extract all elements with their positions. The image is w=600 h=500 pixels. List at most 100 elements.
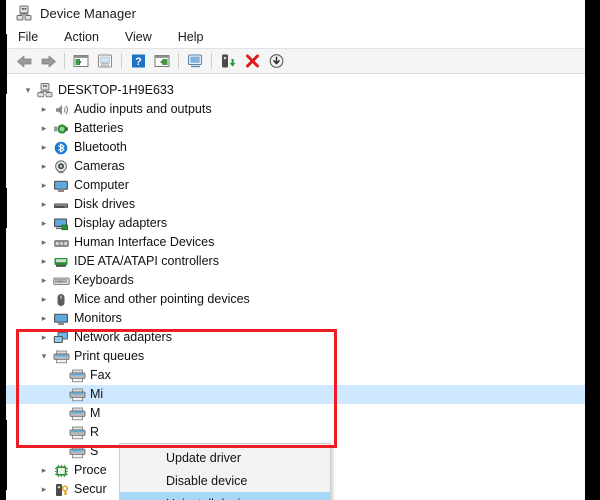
audio-icon xyxy=(52,101,70,118)
tree-item-printer-fax[interactable]: Fax xyxy=(6,366,585,385)
screenshot-root: Device Manager File Action View Help ? ▾… xyxy=(0,0,600,500)
chevron-down-icon[interactable]: ▾ xyxy=(20,81,36,100)
tree-item-keyboards[interactable]: ▸ Keyboards xyxy=(6,271,585,290)
tree-item-printer-selected[interactable]: Mi xyxy=(6,385,585,404)
tree-item-label: Disk drives xyxy=(74,197,136,211)
menu-action[interactable]: Action xyxy=(62,29,101,45)
chevron-right-icon[interactable]: ▸ xyxy=(36,195,52,214)
processor-icon xyxy=(52,462,70,479)
view-icon[interactable] xyxy=(150,50,174,72)
show-hide-console-tree-icon[interactable] xyxy=(69,50,93,72)
device-tree: ▾ DESKTOP-1H9E633 ▸ Audio inputs and out… xyxy=(6,75,585,500)
chevron-right-icon[interactable]: ▸ xyxy=(36,309,52,328)
scan-hardware-icon[interactable] xyxy=(183,50,207,72)
tree-item-label: Human Interface Devices xyxy=(74,235,215,249)
tree-item-mice[interactable]: ▸ Mice and other pointing devices xyxy=(6,290,585,309)
back-arrow-icon[interactable] xyxy=(12,50,36,72)
tree-item-label: Cameras xyxy=(74,159,125,173)
tree-item-label: R xyxy=(90,425,100,439)
disk-drive-icon xyxy=(52,196,70,213)
chevron-right-icon[interactable]: ▸ xyxy=(36,100,52,119)
ctx-disable-device[interactable]: Disable device xyxy=(120,469,330,492)
mouse-icon xyxy=(52,291,70,308)
menu-help[interactable]: Help xyxy=(176,29,206,45)
menu-view[interactable]: View xyxy=(123,29,154,45)
chevron-right-icon[interactable]: ▸ xyxy=(36,271,52,290)
tree-item-audio[interactable]: ▸ Audio inputs and outputs xyxy=(6,100,585,119)
computer-root-icon xyxy=(36,82,54,99)
tree-item-label: Fax xyxy=(90,368,111,382)
forward-arrow-icon[interactable] xyxy=(36,50,60,72)
tree-item-ide-controllers[interactable]: ▸ IDE ATA/ATAPI controllers xyxy=(6,252,585,271)
chevron-right-icon[interactable]: ▸ xyxy=(36,252,52,271)
context-menu[interactable]: Update driver Disable device Uninstall d… xyxy=(119,443,331,500)
ctx-item-label: Disable device xyxy=(166,473,248,488)
chevron-right-icon[interactable]: ▸ xyxy=(36,138,52,157)
tree-item-label: Mice and other pointing devices xyxy=(74,292,250,306)
chevron-right-icon[interactable]: ▸ xyxy=(36,157,52,176)
display-icon xyxy=(52,215,70,232)
device-manager-window: Device Manager File Action View Help ? ▾… xyxy=(6,0,585,500)
tree-item-label: Proce xyxy=(74,463,107,477)
computer-icon xyxy=(52,177,70,194)
tree-item-bluetooth[interactable]: ▸ Bluetooth xyxy=(6,138,585,157)
tree-item-label: Secur xyxy=(74,482,107,496)
chevron-right-icon[interactable]: ▸ xyxy=(36,176,52,195)
printer-icon xyxy=(68,424,86,441)
uninstall-device-icon[interactable] xyxy=(240,50,264,72)
svg-text:?: ? xyxy=(135,56,142,68)
ctx-update-driver[interactable]: Update driver xyxy=(120,446,330,469)
tree-item-label: Keyboards xyxy=(74,273,134,287)
tree-item-label: Network adapters xyxy=(74,330,172,344)
tree-item-disk-drives[interactable]: ▸ Disk drives xyxy=(6,195,585,214)
help-icon[interactable]: ? xyxy=(126,50,150,72)
toolbar-separator-1 xyxy=(64,53,65,69)
hid-icon xyxy=(52,234,70,251)
printer-icon xyxy=(68,405,86,422)
properties-icon[interactable] xyxy=(93,50,117,72)
printer-icon xyxy=(68,386,86,403)
chevron-down-icon[interactable]: ▾ xyxy=(36,347,52,366)
tree-item-display-adapters[interactable]: ▸ Display adapters xyxy=(6,214,585,233)
window-title: Device Manager xyxy=(40,5,137,21)
tree-item-printer-3[interactable]: M xyxy=(6,404,585,423)
ctx-uninstall-device[interactable]: Uninstall device xyxy=(120,492,330,500)
toolbar: ? xyxy=(6,48,585,74)
battery-icon xyxy=(52,120,70,137)
chevron-right-icon[interactable]: ▸ xyxy=(36,214,52,233)
tree-item-computer[interactable]: ▸ Computer xyxy=(6,176,585,195)
toolbar-separator-4 xyxy=(211,53,212,69)
menu-file[interactable]: File xyxy=(16,29,40,45)
printer-icon xyxy=(68,443,86,460)
disable-device-icon[interactable] xyxy=(264,50,288,72)
keyboard-icon xyxy=(52,272,70,289)
ctx-item-label: Uninstall device xyxy=(166,497,254,500)
chevron-right-icon[interactable]: ▸ xyxy=(36,233,52,252)
tree-item-root[interactable]: ▾ DESKTOP-1H9E633 xyxy=(6,81,585,100)
tree-item-print-queues[interactable]: ▾ Print queues xyxy=(6,347,585,366)
camera-icon xyxy=(52,158,70,175)
chevron-right-icon[interactable]: ▸ xyxy=(36,328,52,347)
tree-item-printer-4[interactable]: R xyxy=(6,423,585,442)
printer-icon xyxy=(68,367,86,384)
tree-item-hid[interactable]: ▸ Human Interface Devices xyxy=(6,233,585,252)
menu-bar: File Action View Help xyxy=(6,26,585,48)
tree-item-label: DESKTOP-1H9E633 xyxy=(58,83,174,97)
tree-item-label: M xyxy=(90,406,101,420)
page-edge-nick-1 xyxy=(4,34,7,94)
tree-item-cameras[interactable]: ▸ Cameras xyxy=(6,157,585,176)
tree-item-label: Batteries xyxy=(74,121,124,135)
chevron-right-icon[interactable]: ▸ xyxy=(36,119,52,138)
chevron-right-icon[interactable]: ▸ xyxy=(36,290,52,309)
device-tree-panel[interactable]: ▾ DESKTOP-1H9E633 ▸ Audio inputs and out… xyxy=(6,75,585,500)
tree-item-batteries[interactable]: ▸ Batteries xyxy=(6,119,585,138)
tree-item-label: Mi xyxy=(90,385,104,404)
chevron-right-icon[interactable]: ▸ xyxy=(36,480,52,499)
tree-item-monitors[interactable]: ▸ Monitors xyxy=(6,309,585,328)
page-edge-right xyxy=(585,0,600,500)
update-driver-icon[interactable] xyxy=(216,50,240,72)
page-edge-nick-3 xyxy=(4,420,7,490)
tree-item-network-adapters[interactable]: ▸ Network adapters xyxy=(6,328,585,347)
device-manager-icon xyxy=(16,5,32,21)
chevron-right-icon[interactable]: ▸ xyxy=(36,461,52,480)
